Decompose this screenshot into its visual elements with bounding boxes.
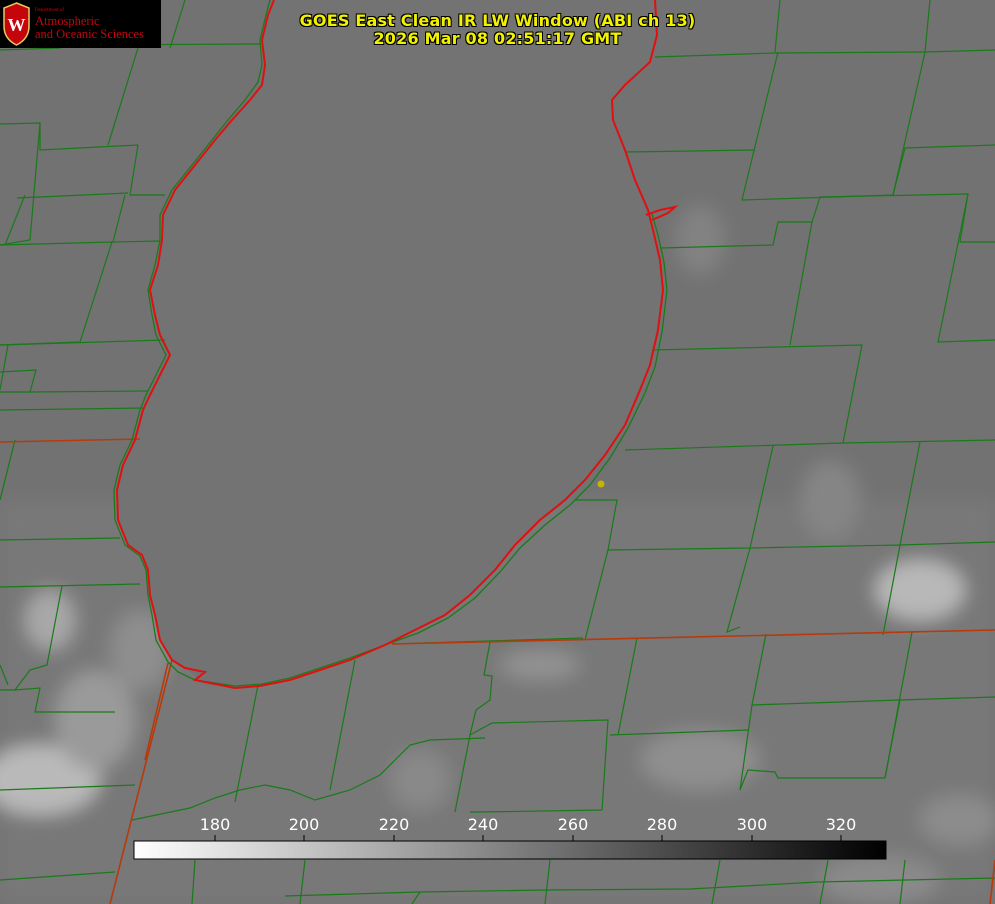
colorbar-tick-label: 280 xyxy=(646,815,678,834)
colorbar-tick-label: 220 xyxy=(378,815,410,834)
colorbar-tick-label: 260 xyxy=(557,815,589,834)
colorbar-tick-label: 300 xyxy=(736,815,768,834)
map-canvas xyxy=(0,0,995,904)
colorbar-tick-label: 180 xyxy=(199,815,231,834)
svg-text:W: W xyxy=(8,15,26,35)
satellite-map: GOES East Clean IR LW Window (ABI ch 13)… xyxy=(0,0,995,904)
colorbar xyxy=(133,840,887,860)
logo-department: Department of xyxy=(35,8,65,13)
logo-text-oceanic: and Oceanic Sciences xyxy=(35,27,144,41)
uw-crest-icon: W xyxy=(3,2,30,46)
location-marker xyxy=(597,480,605,488)
aos-logo: W Department of Atmospheric and Oceanic … xyxy=(0,0,161,48)
colorbar-tick-label: 200 xyxy=(288,815,320,834)
colorbar-tick-label: 320 xyxy=(825,815,857,834)
colorbar-tick-label: 240 xyxy=(467,815,499,834)
